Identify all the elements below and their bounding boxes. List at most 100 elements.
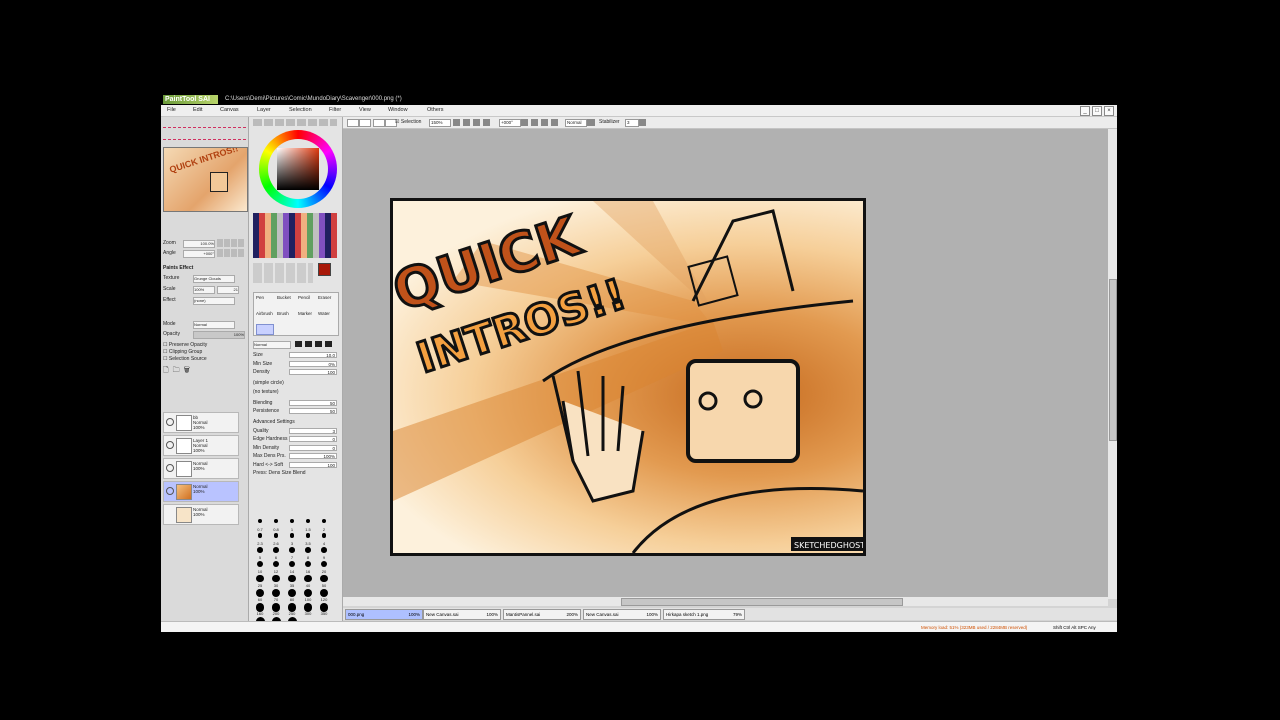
brush-size-dot[interactable]: [273, 547, 279, 553]
minimize-button[interactable]: _: [1080, 106, 1090, 116]
brush-tool-grid[interactable]: Pen Bucket Pencil Eraser Airbrush Brush …: [253, 292, 339, 336]
tool-water[interactable]: Water: [318, 311, 330, 316]
saturation-value-square[interactable]: [277, 148, 319, 190]
selection-source-checkbox[interactable]: ☐ Selection Source: [163, 356, 207, 362]
canvas-artwork[interactable]: QUICK INTROS!! SKETCHEDGHOST: [390, 198, 866, 556]
visibility-eye-icon[interactable]: [166, 441, 174, 449]
tool-marker[interactable]: Marker: [298, 311, 312, 316]
brush-shape-buttons[interactable]: [295, 341, 335, 347]
vertical-scroll-thumb[interactable]: [1109, 279, 1117, 441]
visibility-eye-icon[interactable]: [166, 487, 174, 495]
brush-prop-slider[interactable]: 0: [289, 436, 337, 442]
brush-prop-slider[interactable]: 10.0: [289, 352, 337, 358]
brush-size-dot[interactable]: [257, 533, 263, 538]
tab-mantis-pannel[interactable]: MantisPannel.sai 200%: [503, 609, 581, 620]
brush-size-dot[interactable]: [288, 561, 296, 568]
brush-prop-slider[interactable]: 3: [289, 427, 337, 434]
brush-size-dot[interactable]: [288, 589, 296, 597]
layer-row[interactable]: Normal 100%: [163, 504, 239, 525]
scale-value[interactable]: 100%: [193, 286, 215, 294]
menu-filter[interactable]: Filter: [329, 105, 341, 116]
stabilizer-select[interactable]: 3: [625, 119, 639, 127]
close-button[interactable]: ×: [1104, 106, 1114, 116]
brush-mode-select[interactable]: Normal: [253, 341, 291, 349]
clipping-group-checkbox[interactable]: ☐ Clipping Group: [163, 349, 202, 355]
brush-size-dot[interactable]: [289, 547, 295, 553]
tool-airbrush[interactable]: Airbrush: [256, 311, 273, 316]
brush-size-dot[interactable]: [306, 519, 310, 523]
layer-row-selected[interactable]: Normal 100%: [163, 481, 239, 502]
tool-eraser[interactable]: Eraser: [318, 295, 331, 300]
menu-edit[interactable]: Edit: [193, 105, 202, 116]
color-wheel[interactable]: [259, 130, 337, 208]
brush-prop-slider[interactable]: 100: [289, 369, 337, 375]
brush-size-dot[interactable]: [320, 575, 328, 583]
menu-others[interactable]: Others: [427, 105, 444, 116]
flip-icon[interactable]: [587, 119, 595, 126]
visibility-eye-icon[interactable]: [166, 418, 174, 426]
layer-row[interactable]: Layer 1 Normal 100%: [163, 435, 239, 456]
zoom-slider[interactable]: 100.0%: [183, 240, 215, 248]
preserve-opacity-checkbox[interactable]: ☐ Preserve Opacity: [163, 342, 207, 348]
brush-size-dot[interactable]: [320, 589, 328, 597]
new-layer-icon[interactable]: 🗋: [163, 367, 173, 374]
tool-pen[interactable]: Pen: [256, 295, 264, 300]
brush-size-dot[interactable]: [272, 561, 280, 568]
horizontal-scrollbar[interactable]: [343, 597, 1108, 606]
tab-000-png[interactable]: 000.png 100%: [345, 609, 423, 620]
horizontal-scroll-thumb[interactable]: [621, 598, 903, 606]
brush-size-dot[interactable]: [304, 589, 312, 597]
brush-size-dot[interactable]: [290, 519, 294, 523]
color-swatches[interactable]: [253, 213, 337, 258]
maximize-button[interactable]: □: [1092, 106, 1102, 116]
brush-size-dot[interactable]: [256, 589, 264, 597]
scale-number[interactable]: 21: [217, 286, 239, 294]
blend-mode-select[interactable]: Normal: [565, 119, 587, 127]
tool-bucket[interactable]: Bucket: [277, 295, 291, 300]
brush-prop-slider[interactable]: 50: [289, 399, 337, 406]
brush-size-dot[interactable]: [289, 533, 295, 538]
brush-size-dot[interactable]: [256, 575, 264, 583]
menu-selection[interactable]: Selection: [289, 105, 312, 116]
brush-size-dot[interactable]: [321, 547, 327, 553]
rotate-buttons[interactable]: [521, 119, 559, 126]
trash-icon[interactable]: 🗑: [184, 367, 194, 374]
tool-selected-pen[interactable]: [256, 324, 274, 335]
brush-size-dot[interactable]: [288, 575, 296, 583]
menu-canvas[interactable]: Canvas: [220, 105, 239, 116]
angle-buttons[interactable]: [217, 249, 245, 257]
visibility-eye-icon[interactable]: [166, 510, 172, 516]
color-mode-tabs[interactable]: [253, 119, 337, 126]
brush-size-dot[interactable]: [322, 519, 326, 523]
visibility-eye-icon[interactable]: [166, 464, 174, 472]
tab-new-canvas-2[interactable]: New Canvas.sai 100%: [583, 609, 661, 620]
redo-icon[interactable]: [359, 119, 371, 127]
undo-icon[interactable]: [347, 119, 359, 127]
brush-size-dot[interactable]: [256, 561, 264, 568]
opacity-slider[interactable]: 100%: [193, 331, 245, 339]
brush-size-dot[interactable]: [258, 519, 262, 523]
selection-tools[interactable]: [253, 263, 313, 283]
menu-file[interactable]: File: [167, 105, 176, 116]
brush-prop-slider[interactable]: 100: [289, 461, 337, 468]
zoom-buttons[interactable]: [217, 239, 245, 247]
texture-select[interactable]: Grunge Clouds: [193, 275, 235, 283]
tool-brush[interactable]: Brush: [277, 311, 289, 316]
current-color-swatch[interactable]: [318, 263, 331, 276]
selection-checkbox[interactable]: ☑ Selection: [395, 117, 421, 128]
brush-size-dot[interactable]: [304, 561, 312, 568]
brush-size-dot[interactable]: [305, 547, 311, 553]
layer-action-icons[interactable]: 🗋🗀🗑: [163, 366, 194, 377]
angle-slider[interactable]: +000°: [183, 250, 215, 258]
brush-size-dot[interactable]: [321, 533, 327, 538]
mode-select[interactable]: Normal: [193, 321, 235, 329]
menu-window[interactable]: Window: [388, 105, 408, 116]
layer-row[interactable]: Normal 100%: [163, 458, 239, 479]
layer-row[interactable]: bb Normal 100%: [163, 412, 239, 433]
brush-size-dot[interactable]: [257, 547, 263, 553]
stabilizer-dropdown-icon[interactable]: [639, 119, 646, 126]
effect-select[interactable]: (none): [193, 297, 235, 305]
angle-select[interactable]: +000°: [499, 119, 521, 127]
tab-hirkapa-sketch[interactable]: Hirkapa sketch 1.png 79%: [663, 609, 745, 620]
brush-size-dot[interactable]: [320, 561, 328, 568]
